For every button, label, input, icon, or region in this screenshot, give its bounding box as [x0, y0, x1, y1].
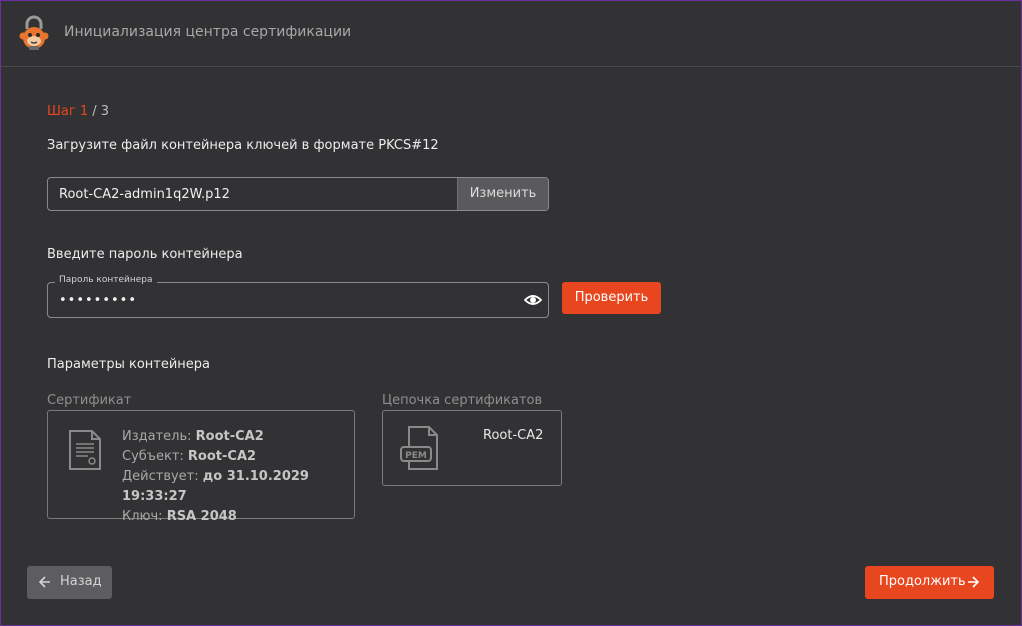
certificate-label: Сертификат: [47, 393, 132, 408]
subject-value: Root-CA2: [187, 449, 257, 464]
file-input[interactable]: Root-CA2-admin1q2W.p12 Изменить: [47, 177, 549, 211]
issuer-row: Издатель: Root-CA2: [122, 429, 264, 444]
continue-label: Продолжить: [879, 574, 966, 589]
change-file-button[interactable]: Изменить: [457, 178, 548, 210]
password-field[interactable]: Пароль контейнера •••••••••: [47, 275, 549, 318]
file-name: Root-CA2-admin1q2W.p12: [59, 187, 230, 202]
step-current: Шаг 1: [47, 104, 89, 119]
arrow-left-icon: [39, 576, 50, 588]
chain-card: PEM Root-CA2: [382, 410, 562, 486]
key-row: Ключ: RSA 2048: [122, 509, 237, 524]
page-title: Инициализация центра сертификации: [64, 24, 352, 40]
back-label: Назад: [60, 574, 102, 589]
password-label: Введите пароль контейнера: [47, 247, 243, 262]
step-indicator: Шаг 1 / 3: [47, 104, 109, 119]
verify-button[interactable]: Проверить: [562, 282, 661, 314]
header: Инициализация центра сертификации: [0, 0, 1022, 67]
arrow-right-icon: [968, 576, 979, 588]
lock-monkey-logo-icon: [19, 15, 49, 50]
pem-icon-text: PEM: [405, 451, 427, 461]
continue-button[interactable]: Продолжить: [865, 566, 994, 599]
back-button[interactable]: Назад: [27, 566, 112, 599]
chain-item[interactable]: Root-CA2: [483, 428, 543, 443]
subject-row: Субъект: Root-CA2: [122, 449, 257, 464]
certificate-details: Издатель: Root-CA2 Субъект: Root-CA2 Дей…: [122, 427, 354, 527]
certificate-file-icon: [69, 430, 101, 470]
key-value: RSA 2048: [166, 509, 237, 524]
pem-file-icon: PEM: [400, 426, 438, 470]
step-total: / 3: [88, 104, 110, 119]
password-value: •••••••••: [59, 293, 138, 308]
params-label: Параметры контейнера: [47, 357, 211, 372]
certificate-card: Издатель: Root-CA2 Субъект: Root-CA2 Дей…: [47, 410, 355, 524]
show-password-icon[interactable]: [524, 293, 542, 307]
validity-row: Действует: до 31.10.2029 19:33:27: [122, 469, 309, 504]
chain-label: Цепочка сертификатов: [382, 393, 543, 408]
upload-label: Загрузите файл контейнера ключей в форма…: [47, 138, 439, 153]
password-field-label: Пароль контейнера: [55, 275, 157, 285]
issuer-value: Root-CA2: [195, 429, 264, 444]
